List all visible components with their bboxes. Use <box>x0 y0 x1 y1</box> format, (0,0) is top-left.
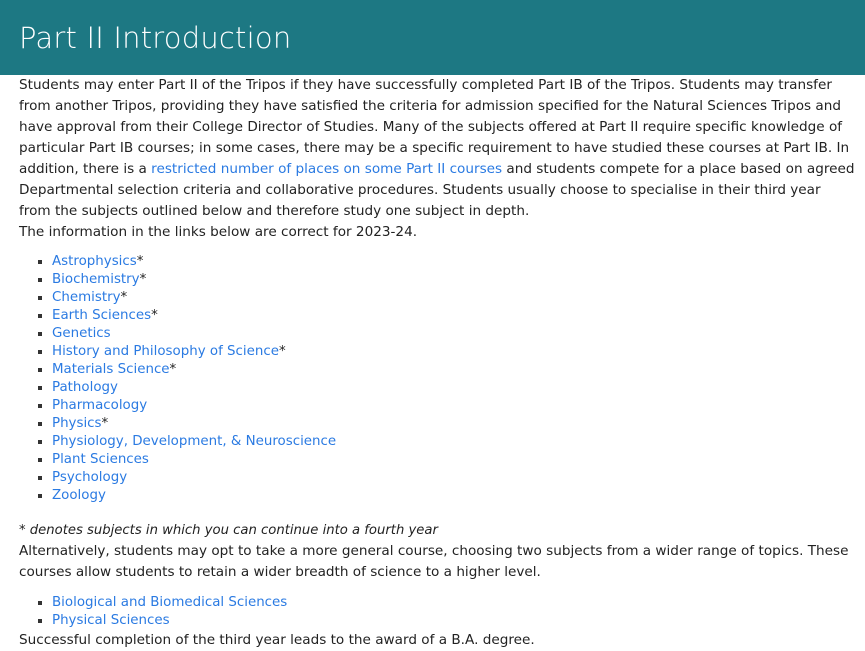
list-item: Biochemistry* <box>38 271 855 289</box>
subject-link-pharmacology[interactable]: Pharmacology <box>52 398 147 413</box>
subject-link-biochemistry[interactable]: Biochemistry <box>52 272 140 287</box>
list-item: Earth Sciences* <box>38 307 855 325</box>
page-content: Students may enter Part II of the Tripos… <box>0 75 865 651</box>
subject-link-chemistry[interactable]: Chemistry <box>52 290 121 305</box>
subject-link-physiology-development-neuroscience[interactable]: Physiology, Development, & Neuroscience <box>52 434 336 449</box>
subject-link-earth-sciences[interactable]: Earth Sciences <box>52 308 151 323</box>
fourth-year-star: * <box>151 308 158 323</box>
subject-link-psychology[interactable]: Psychology <box>52 470 127 485</box>
fourth-year-star: * <box>139 272 147 287</box>
list-item: Genetics <box>38 325 855 343</box>
list-item: Pathology <box>38 379 855 397</box>
list-item: History and Philosophy of Science* <box>38 343 855 361</box>
list-item: Physics* <box>38 415 855 433</box>
subject-link-history-and-philosophy-of-science[interactable]: History and Philosophy of Science <box>52 344 279 359</box>
subject-link-astrophysics[interactable]: Astrophysics <box>52 254 137 269</box>
general-course-list: Biological and Biomedical Sciences Physi… <box>19 583 855 630</box>
general-course-paragraph: Alternatively, students may opt to take … <box>19 543 849 580</box>
list-item: Zoology <box>38 487 855 505</box>
subject-link-genetics[interactable]: Genetics <box>52 326 111 341</box>
subject-link-biological-and-biomedical-sciences[interactable]: Biological and Biomedical Sciences <box>52 595 287 610</box>
subject-link-plant-sciences[interactable]: Plant Sciences <box>52 452 149 467</box>
subject-list: Astrophysics* Biochemistry* Chemistry* E… <box>19 243 855 505</box>
fourth-year-star: * <box>101 416 109 431</box>
list-item: Physical Sciences <box>38 612 855 630</box>
restricted-places-link[interactable]: restricted number of places on some Part… <box>151 161 502 177</box>
fourth-year-star: * <box>169 362 177 377</box>
list-item: Plant Sciences <box>38 451 855 469</box>
subject-link-physical-sciences[interactable]: Physical Sciences <box>52 613 170 628</box>
list-item: Biological and Biomedical Sciences <box>38 594 855 612</box>
page-title: Part II Introduction <box>19 20 292 55</box>
list-item: Chemistry* <box>38 289 855 307</box>
intro-paragraph: Students may enter Part II of the Tripos… <box>19 75 855 222</box>
list-item: Materials Science* <box>38 361 855 379</box>
subject-link-materials-science[interactable]: Materials Science <box>52 362 170 377</box>
list-item: Astrophysics* <box>38 253 855 271</box>
fourth-year-star: * <box>120 290 128 305</box>
subject-link-physics[interactable]: Physics <box>52 416 102 431</box>
links-validity-paragraph: The information in the links below are c… <box>19 224 418 240</box>
subject-link-pathology[interactable]: Pathology <box>52 380 118 395</box>
fourth-year-star: * <box>136 254 144 269</box>
subject-link-zoology[interactable]: Zoology <box>52 488 106 503</box>
fourth-year-star: * <box>278 344 286 359</box>
list-item: Physiology, Development, & Neuroscience <box>38 433 855 451</box>
fourth-year-note: * denotes subjects in which you can cont… <box>19 523 438 538</box>
page-header-banner: Part II Introduction <box>0 0 865 75</box>
list-item: Psychology <box>38 469 855 487</box>
list-item: Pharmacology <box>38 397 855 415</box>
